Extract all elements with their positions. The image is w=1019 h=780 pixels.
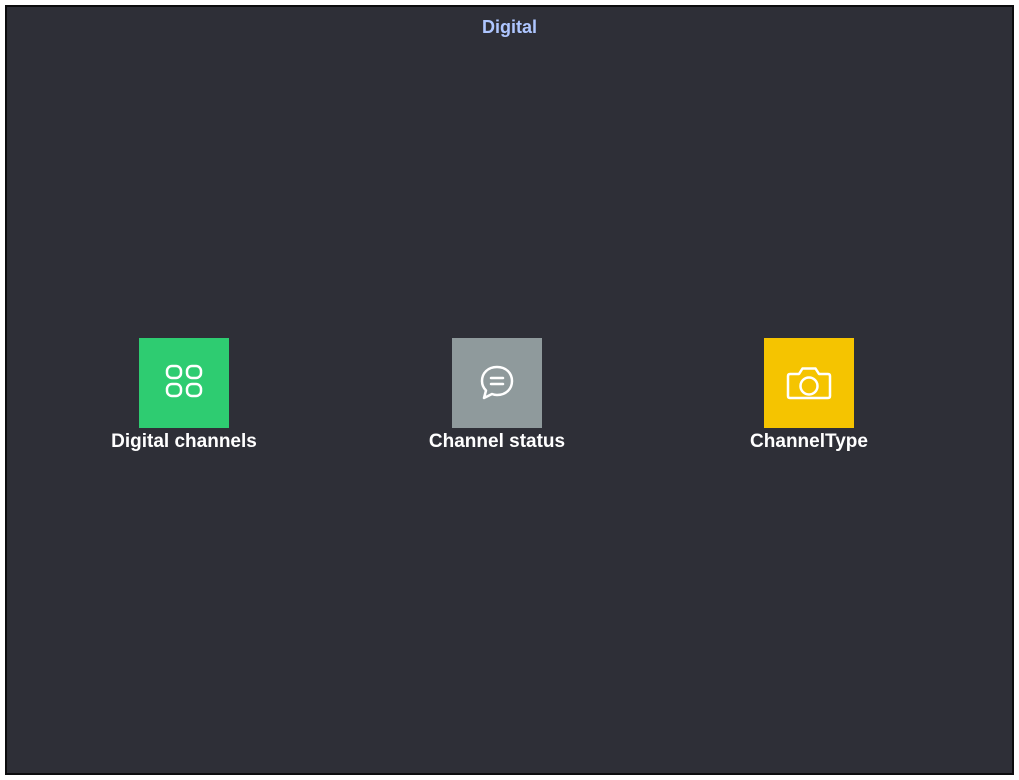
grid-icon	[165, 364, 203, 398]
page-title: Digital	[481, 17, 537, 37]
channel-status-label: Channel status	[428, 431, 566, 452]
chat-bubble-icon	[480, 365, 514, 400]
digital-window: Digital Digital channels Channel status	[5, 5, 1014, 775]
digital-channels-label: Digital channels	[111, 431, 257, 452]
channel-status-icon-box[interactable]	[452, 338, 542, 428]
channel-type-button[interactable]: ChannelType	[679, 338, 939, 468]
digital-channels-button[interactable]: Digital channels	[54, 338, 314, 468]
channel-status-button[interactable]: Channel status	[367, 338, 627, 468]
channel-type-label: ChannelType	[750, 431, 868, 452]
digital-channels-icon-box[interactable]	[139, 338, 229, 428]
camera-icon	[786, 367, 832, 400]
channel-type-icon-box[interactable]	[764, 338, 854, 428]
